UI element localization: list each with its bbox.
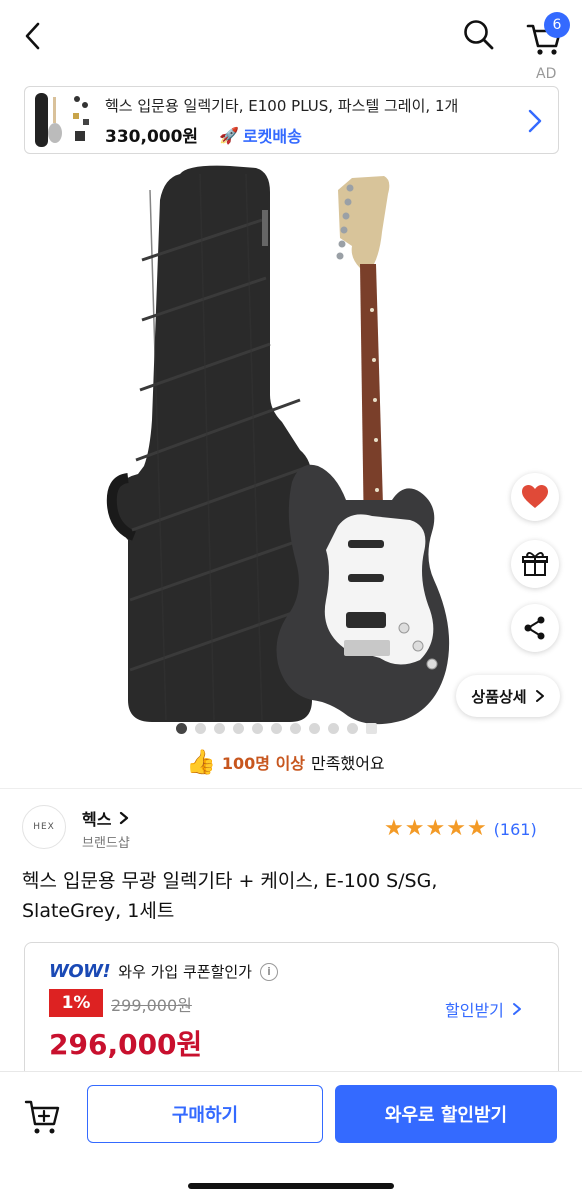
final-price: 296,000원 (49, 1028, 203, 1061)
product-title: 헥스 입문용 무광 일렉기타 + 케이스, E-100 S/SG, SlateG… (22, 870, 438, 922)
satisfaction-badge: 👍 100명 이상 만족했어요 (186, 746, 385, 778)
rocket-delivery-badge: 🚀 로켓배송 (219, 123, 302, 147)
like-button[interactable] (511, 473, 559, 521)
cart-button[interactable]: 6 (522, 12, 572, 58)
rocket-delivery-label: 로켓배송 (242, 127, 302, 146)
gift-button[interactable] (511, 540, 559, 588)
get-discount-label: 할인받기 (445, 1001, 504, 1020)
gallery-dot[interactable] (347, 723, 358, 734)
gallery-dot[interactable] (252, 723, 263, 734)
gallery-dot[interactable] (309, 723, 320, 734)
top-bar: 6 AD (0, 0, 582, 82)
info-icon[interactable]: i (259, 962, 278, 981)
rating[interactable]: ★ ★ ★ ★ ★ (161) (384, 818, 537, 840)
brand-shop-label: 브랜드샵 (82, 836, 130, 851)
gallery-dot[interactable] (366, 723, 377, 734)
guitar-headstock (338, 176, 390, 268)
cart-count-badge: 6 (544, 12, 570, 38)
gallery-dot[interactable] (271, 723, 282, 734)
brand-link[interactable]: 헥스 (82, 806, 129, 830)
ad-title: 헥스 입문용 일렉기타, E100 PLUS, 파스텔 그레이, 1개 (105, 97, 459, 115)
thumbs-up-icon: 👍 (186, 748, 216, 776)
gallery-dot[interactable] (328, 723, 339, 734)
coupon-label: 와우 가입 쿠폰할인가 (118, 963, 252, 981)
gallery-dot[interactable] (290, 723, 301, 734)
get-discount-link[interactable]: 할인받기 (445, 997, 522, 1021)
wow-discount-button[interactable]: 와우로 할인받기 (335, 1085, 557, 1143)
rocket-icon: 🚀 (219, 125, 239, 145)
gallery-dot[interactable] (195, 723, 206, 734)
chevron-right-icon (119, 811, 129, 825)
home-indicator (188, 1183, 394, 1189)
cart-add-icon (24, 1100, 60, 1134)
product-image[interactable] (0, 160, 582, 735)
discount-badge: 1% (49, 989, 103, 1017)
ad-thumbnail (31, 91, 93, 149)
star-icon: ★ (384, 816, 404, 841)
gallery-indicator[interactable] (176, 723, 377, 735)
original-price: 299,000원 (111, 996, 192, 1015)
ad-price: 330,000원 (105, 127, 199, 147)
heart-icon (522, 485, 548, 508)
product-detail-button[interactable]: 상품상세 (456, 675, 560, 717)
back-button[interactable] (14, 16, 54, 56)
star-icon: ★ (466, 816, 487, 841)
ad-banner[interactable]: 헥스 입문용 일렉기타, E100 PLUS, 파스텔 그레이, 1개 330,… (24, 86, 559, 154)
chevron-left-icon (25, 22, 40, 50)
gallery-dot[interactable] (214, 723, 225, 734)
chevron-right-icon (535, 690, 544, 702)
satisfaction-highlight: 100명 이상 (221, 754, 306, 773)
gallery-dot[interactable] (176, 723, 187, 734)
wow-logo: WOW! (49, 961, 111, 982)
buy-button[interactable]: 구매하기 (87, 1085, 323, 1143)
chevron-right-icon (528, 109, 542, 133)
satisfaction-text: 만족했어요 (311, 754, 385, 773)
price-card: WOW! 와우 가입 쿠폰할인가 i 1% 299,000원 296,000원 … (24, 942, 559, 1092)
guitar-neck (360, 264, 384, 540)
brand-name: 헥스 (82, 810, 112, 829)
chevron-right-icon (512, 1003, 521, 1015)
add-to-cart-button[interactable] (22, 1094, 66, 1138)
wow-coupon-row: WOW! 와우 가입 쿠폰할인가 i (49, 961, 278, 982)
bottom-action-bar: 구매하기 와우로 할인받기 (0, 1071, 582, 1200)
star-icon: ★ (404, 816, 425, 841)
star-icon: ★ (446, 816, 466, 841)
star-icon: ★ (425, 816, 446, 841)
share-button[interactable] (511, 604, 559, 652)
search-button[interactable] (458, 14, 500, 56)
share-icon (524, 616, 545, 640)
product-detail-label: 상품상세 (471, 687, 527, 706)
review-count[interactable]: (161) (494, 820, 537, 839)
gallery-dot[interactable] (233, 723, 244, 734)
divider (0, 788, 582, 789)
gift-icon (522, 552, 548, 576)
brand-logo[interactable]: HEX (22, 805, 66, 849)
search-icon (464, 20, 494, 50)
ad-label: AD (536, 66, 557, 82)
